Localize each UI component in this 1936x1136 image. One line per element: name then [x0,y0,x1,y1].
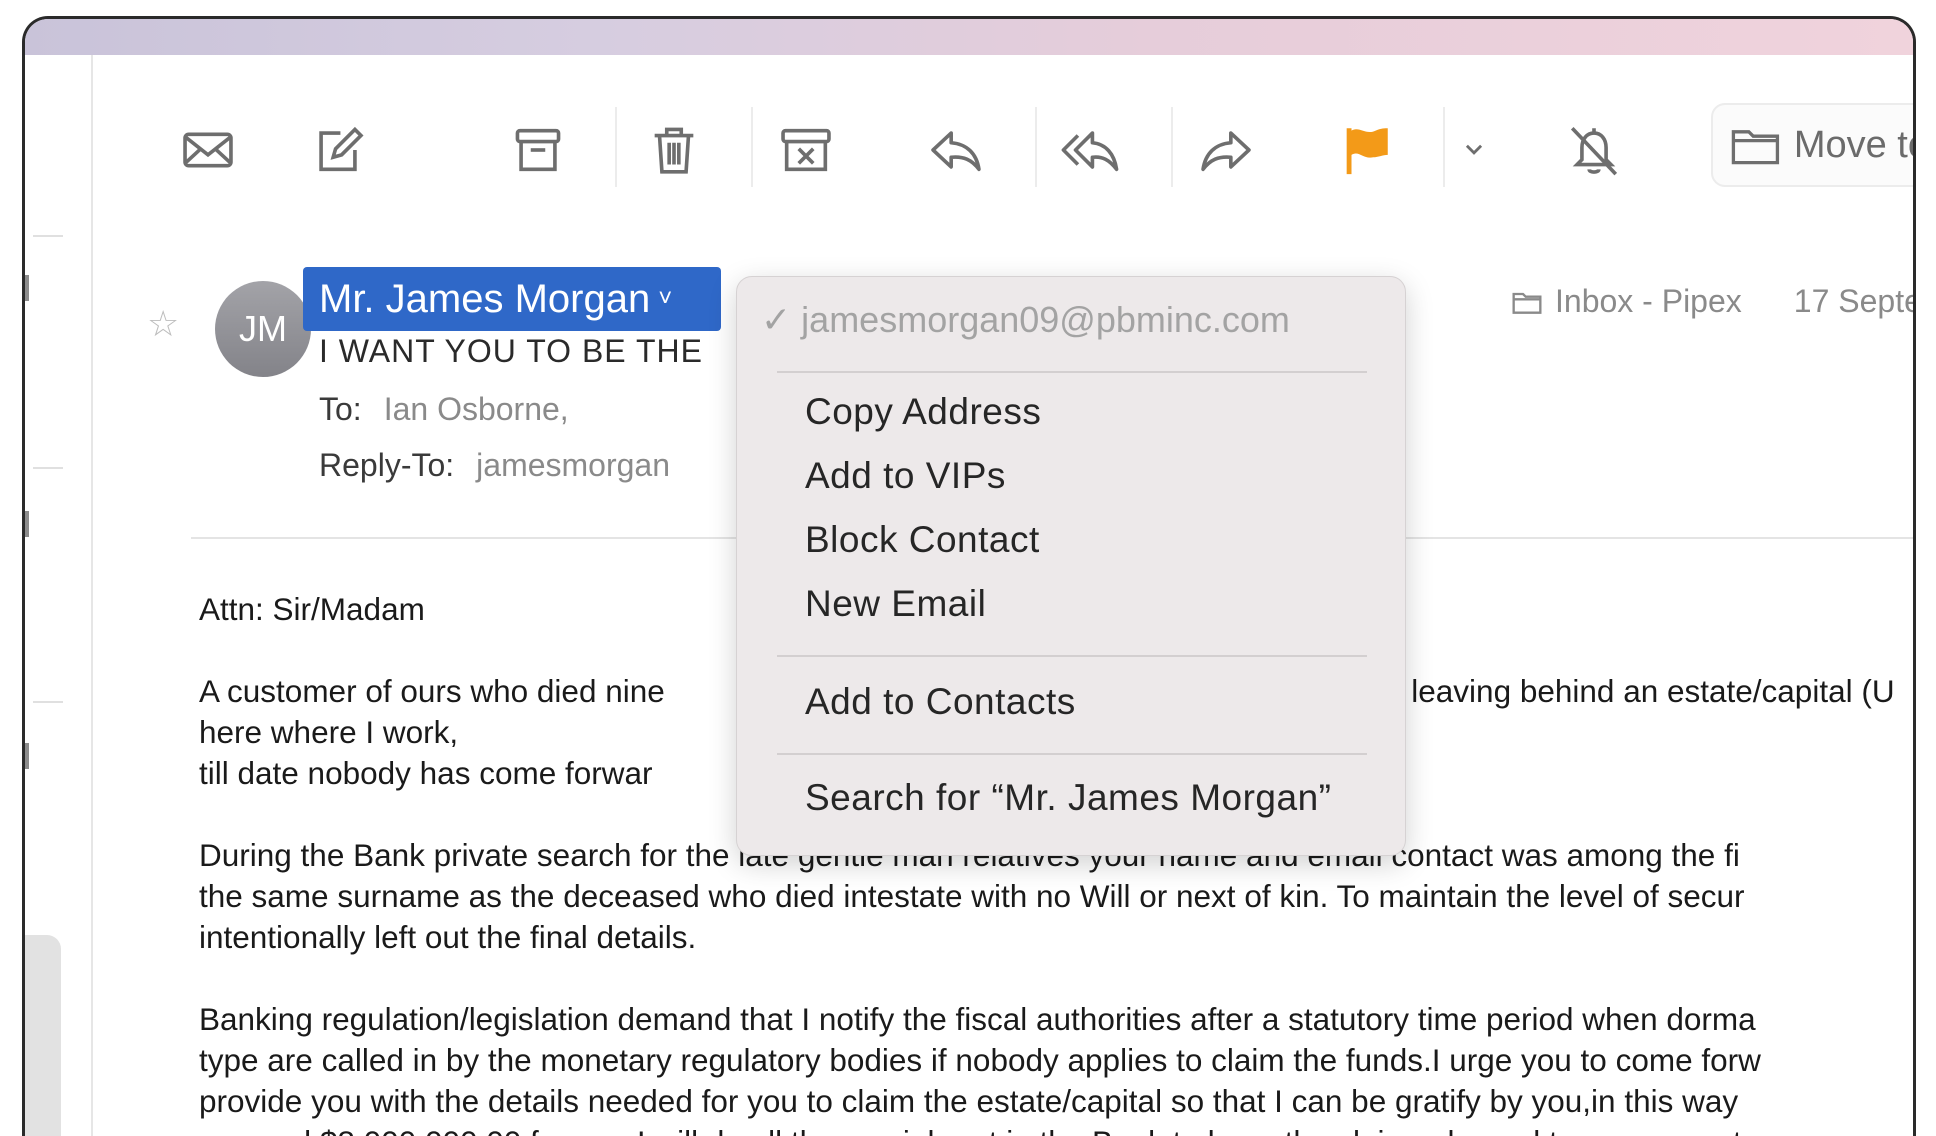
menu-separator [777,371,1367,373]
reply-all-icon[interactable] [1055,115,1125,185]
body-line-fragment: a leaving behind an estate/capital (U [1385,673,1895,709]
mailbox-name[interactable]: Inbox - Pipex [1555,283,1742,320]
menu-separator [777,753,1367,755]
trash-icon[interactable] [639,115,709,185]
move-to-label: Move to [1793,123,1916,166]
star-icon[interactable]: ☆ [147,303,179,345]
body-line: you and $8,000,000.00 for me. I will do … [199,1122,1913,1136]
list-divider [33,701,63,703]
body-line: provide you with the details needed for … [199,1083,1739,1119]
list-marker [25,511,29,537]
subject-line: I WANT YOU TO BE THE [319,333,703,369]
sender-name-button[interactable]: Mr. James Morgan ˅ [303,267,721,331]
list-item-selected[interactable] [25,935,61,1136]
mail-window: Move to ☆ JM Mr. James Morgan ˅ I WANT Y… [22,16,1916,1136]
sender-name: Mr. James Morgan [319,276,651,321]
reply-to-row: Reply-To: jamesmorgan [319,447,670,484]
list-marker [25,743,29,769]
title-bar[interactable] [25,19,1913,55]
chevron-down-icon[interactable] [1449,115,1499,185]
to-row: To: Ian Osborne, [319,391,569,428]
flag-icon[interactable] [1331,115,1401,185]
list-marker [25,275,29,301]
menu-item-block-contact[interactable]: Block Contact [805,519,1040,561]
body-line: type are called in by the monetary regul… [199,1042,1761,1078]
toolbar-separator [615,107,617,187]
chevron-down-icon: ˅ [658,285,673,312]
checkmark-icon: ✓ [761,299,792,340]
list-divider [33,467,63,469]
forward-icon[interactable] [1191,115,1261,185]
to-label: To: [319,391,362,427]
menu-item-add-to-contacts[interactable]: Add to Contacts [805,681,1076,723]
envelope-icon[interactable] [173,115,243,185]
archive-icon[interactable] [503,115,573,185]
reply-to-address[interactable]: jamesmorgan [476,447,670,483]
mailbox-folder-icon [1512,292,1542,314]
body-line: the same surname as the deceased who die… [199,878,1745,914]
menu-item-search-sender[interactable]: Search for “Mr. James Morgan” [805,777,1331,819]
menu-email-address[interactable]: ✓ jamesmorgan09@pbminc.com [761,299,1290,341]
avatar[interactable]: JM [215,281,311,377]
avatar-initials: JM [239,308,287,349]
message-meta: Inbox - Pipex 17 Septem [1511,283,1913,320]
toolbar-separator [751,107,753,187]
junk-icon[interactable] [771,115,841,185]
menu-email-text: jamesmorgan09@pbminc.com [801,299,1290,340]
toolbar: Move to [91,55,1913,187]
reply-icon[interactable] [921,115,991,185]
folder-icon [1731,130,1780,165]
menu-item-new-email[interactable]: New Email [805,583,986,625]
toolbar-separator [1443,107,1445,187]
reply-to-label: Reply-To: [319,447,455,483]
menu-item-copy-address[interactable]: Copy Address [805,391,1041,433]
to-recipient[interactable]: Ian Osborne, [384,391,569,427]
message-list-pane[interactable] [25,55,93,1136]
toolbar-separator [1171,107,1173,187]
body-line: Banking regulation/legislation demand th… [199,1001,1756,1037]
body-line: intentionally left out the final details… [199,919,697,955]
menu-item-add-to-vips[interactable]: Add to VIPs [805,455,1006,497]
bell-slash-icon[interactable] [1559,115,1629,185]
sender-context-menu: ✓ jamesmorgan09@pbminc.com Copy Address A… [736,276,1406,856]
list-divider [33,235,63,237]
menu-separator [777,655,1367,657]
move-to-button[interactable]: Move to [1711,103,1916,187]
toolbar-separator [1035,107,1037,187]
message-date: 17 Septem [1793,283,1913,319]
compose-icon[interactable] [303,115,373,185]
